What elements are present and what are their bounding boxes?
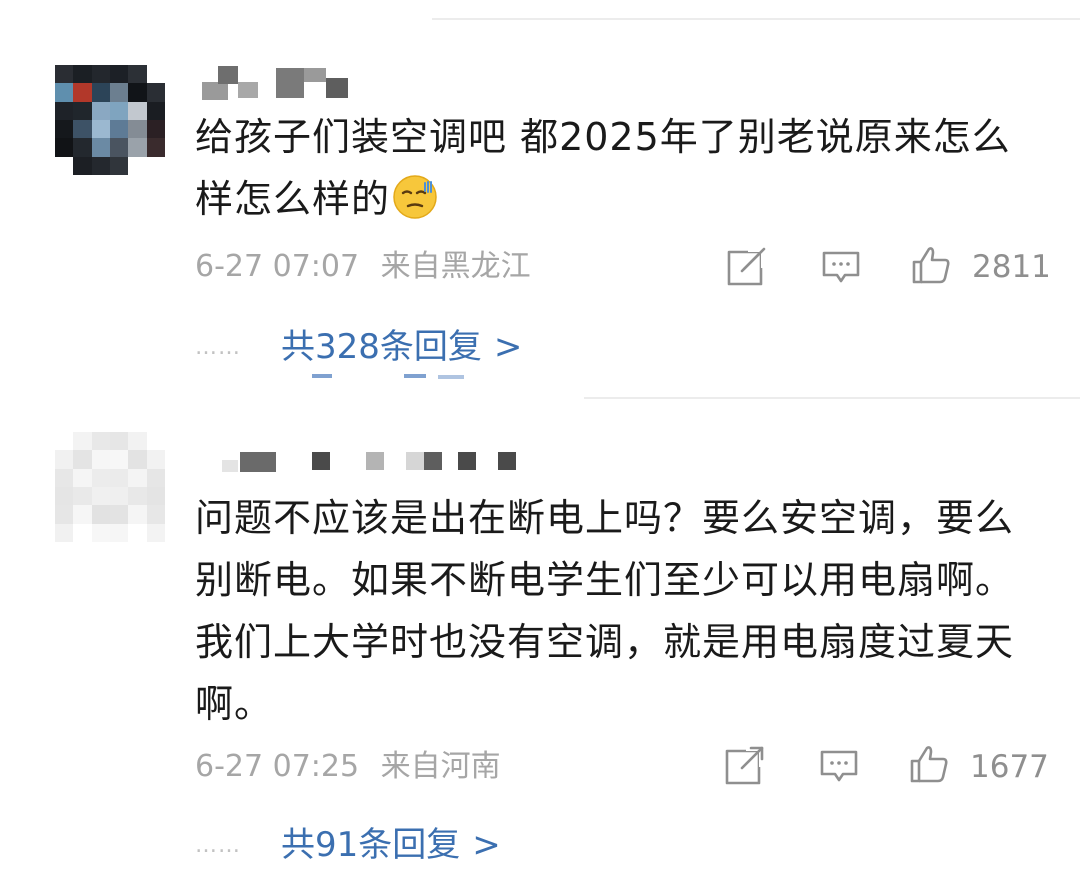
replies-label: 共328条回复 bbox=[281, 327, 482, 367]
blurred-reply-preview bbox=[404, 374, 426, 378]
sweat-smile-emoji bbox=[393, 175, 437, 219]
avatar[interactable] bbox=[55, 432, 165, 542]
chevron-right-icon: > bbox=[493, 327, 523, 367]
comment-location: 来自河南 bbox=[380, 749, 501, 784]
share-icon[interactable] bbox=[724, 746, 766, 786]
thumbs-up-icon[interactable] bbox=[908, 744, 950, 784]
view-replies-link[interactable]: 共91条回复 > bbox=[281, 820, 501, 870]
comment-text: 给孩子们装空调吧 都2025年了别老说原来怎么样怎么样的 bbox=[195, 115, 1011, 221]
replies-row: …… 共91条回复 > bbox=[195, 820, 501, 870]
blurred-reply-preview bbox=[312, 374, 332, 378]
replies-row: …… 共328条回复 > bbox=[195, 322, 522, 372]
comment-divider bbox=[584, 397, 1080, 399]
comment-date: 6-27 07:07 bbox=[195, 249, 360, 284]
comment-meta: 6-27 07:25 来自河南 bbox=[195, 747, 501, 787]
comment-icon[interactable] bbox=[820, 247, 862, 287]
username-blurred[interactable] bbox=[222, 448, 522, 484]
chevron-right-icon: > bbox=[472, 825, 501, 865]
blurred-reply-preview bbox=[438, 375, 464, 379]
ellipsis: …… bbox=[195, 334, 241, 360]
comment-text: 问题不应该是出在断电上吗？要么安空调，要么别断电。如果不断电学生们至少可以用电扇… bbox=[195, 496, 1015, 726]
ellipsis: …… bbox=[195, 832, 241, 858]
comment-date: 6-27 07:25 bbox=[195, 749, 360, 784]
comment-icon[interactable] bbox=[818, 746, 860, 786]
like-count: 2811 bbox=[972, 249, 1051, 285]
replies-label: 共91条回复 bbox=[281, 825, 461, 865]
top-divider bbox=[432, 18, 1080, 20]
thumbs-up-icon[interactable] bbox=[910, 245, 952, 285]
avatar[interactable] bbox=[55, 65, 165, 175]
view-replies-link[interactable]: 共328条回复 > bbox=[281, 322, 522, 372]
like-count: 1677 bbox=[970, 749, 1049, 785]
comment-meta: 6-27 07:07 来自黑龙江 bbox=[195, 247, 531, 287]
username-blurred[interactable] bbox=[200, 64, 360, 100]
share-icon[interactable] bbox=[726, 247, 768, 287]
comment-location: 来自黑龙江 bbox=[380, 249, 531, 284]
